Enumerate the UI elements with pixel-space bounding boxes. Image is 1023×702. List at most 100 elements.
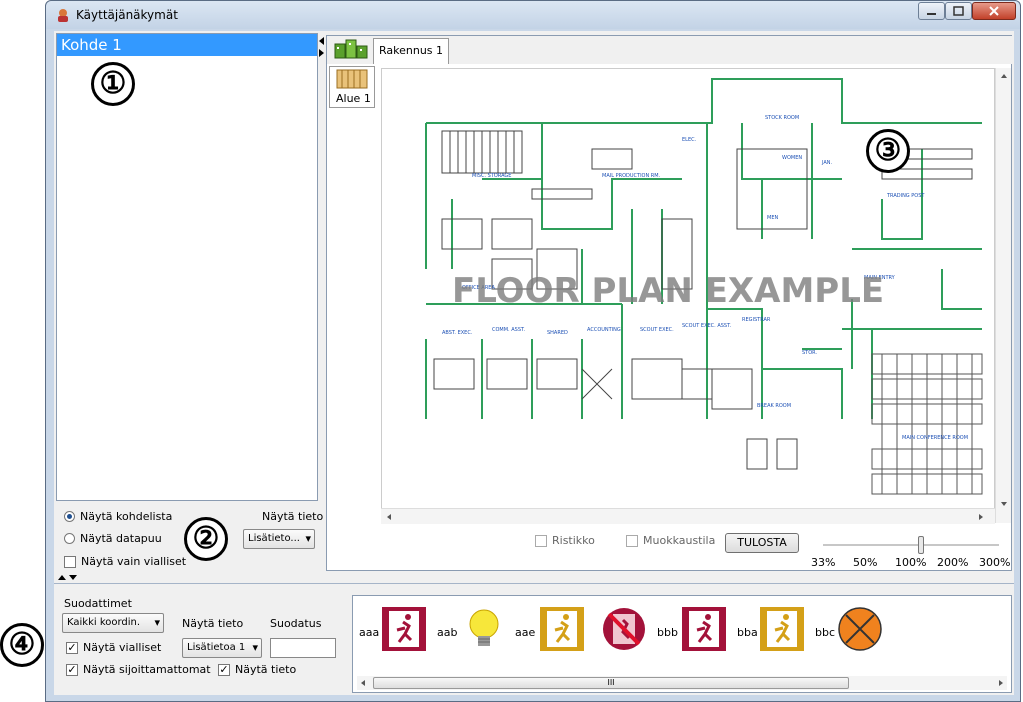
zoom-tick-2: 100% [895,556,927,569]
checkbox-box: ✓ [66,662,78,676]
print-button[interactable]: TULOSTA [725,533,799,553]
floor-plan-canvas[interactable]: STOCK ROOM ELEC. WOMEN JAN. MEN MISC. ST… [381,68,995,523]
checkbox-label: Näytä sijoittamattomat [83,663,211,676]
filter-text-input[interactable] [270,638,336,658]
callout-badge-4: ④ [0,623,44,667]
zoom-tick-0: 33% [811,556,836,569]
checkbox-label: Näytä tieto [235,663,297,676]
plan-label-women: WOMEN [782,155,802,161]
minimize-button[interactable] [918,2,945,20]
tab-strip: Rakennus 1 [327,36,1013,64]
object-tree[interactable]: Kohde 1 ① [56,33,318,501]
collapse-left-icon[interactable] [318,35,326,59]
radio-label: Näytä datapuu [80,532,162,545]
plan-label-elec: ELEC. [682,137,697,143]
callout-badge-3: ③ [866,129,910,173]
radio-dot [64,533,75,544]
show-info-checkbox[interactable]: ✓ Näytä tieto [218,663,296,676]
splitter-line [54,583,1014,584]
floor-plan-watermark: FLOOR PLAN EXAMPLE [452,271,884,311]
icon-label-bbc: bbc [815,626,836,639]
tab-rakennus-1[interactable]: Rakennus 1 [373,38,450,64]
show-info-combo[interactable]: Lisätieto... [243,529,315,549]
zoom-slider[interactable] [823,536,999,556]
plan-label-misc-storage: MISC. STORAGE [472,173,511,179]
zoom-tick-3: 200% [937,556,969,569]
show-faulty-only-checkbox[interactable]: Näytä vain vialliset [64,555,186,568]
checkbox-box [626,534,638,547]
filtering-label: Suodatus [270,617,322,630]
bulb-icon[interactable] [461,606,507,652]
palette-horizontal-scrollbar[interactable]: III [357,676,1007,690]
show-data-tree-radio[interactable]: Näytä datapuu [64,532,162,545]
side-tab-alue-1[interactable]: Alue 1 [329,66,375,108]
checkbox-box: ✓ [66,640,78,654]
callout-badge-2: ② [184,517,228,561]
plan-label-mail-production: MAIL PRODUCTION RM. [602,173,661,179]
checkbox-label: Muokkaustila [643,534,716,547]
exit-yellow-icon[interactable] [539,606,585,652]
checkbox-box [64,555,76,568]
plan-label-trading-post: TRADING POST [886,193,925,199]
checkbox-label: Näytä vialliset [83,641,162,654]
title-bar[interactable]: Käyttäjänäkymät [46,1,1020,29]
filters-group-label: Suodattimet [64,597,132,610]
exit-crossed-icon[interactable] [601,606,647,652]
main-view-pane: Rakennus 1 Alue 1 STOCK ROOM ELEC. WOMEN… [326,35,1013,571]
expand-down-icon[interactable] [56,574,80,582]
exit-yellow-icon[interactable] [759,606,805,652]
plan-label-break-room: BREAK ROOM [757,403,791,409]
close-button[interactable] [972,2,1016,20]
icon-label-aab: aab [437,626,458,639]
app-window: Käyttäjänäkymät Kohde 1 ① Näytä kohdelis… [45,0,1021,702]
plan-label-accounting: ACCOUNTING [587,327,621,333]
plan-horizontal-scrollbar[interactable] [381,508,995,524]
show-info-label-filters: Näytä tieto [182,617,244,630]
side-tab-label: Alue 1 [336,92,371,105]
plan-label-shared: SHARED [547,330,568,336]
icon-label-bba: bba [737,626,758,639]
zoom-tick-4: 300% [979,556,1011,569]
show-object-list-radio[interactable]: Näytä kohdelista [64,510,172,523]
tree-item-kohde-1[interactable]: Kohde 1 [57,34,317,56]
edit-mode-checkbox[interactable]: Muokkaustila [626,534,715,547]
icon-label-aae: aae [515,626,536,639]
client-area: Kohde 1 ① Näytä kohdelista Näytä datapuu… [54,31,1014,695]
exit-red-icon[interactable] [681,606,727,652]
icon-label-bbb: bbb [657,626,678,639]
plan-vertical-scrollbar[interactable] [995,68,1011,523]
checkbox-box [535,534,547,547]
icon-label-aaa: aaa [359,626,380,639]
plan-label-jan: JAN. [821,160,833,166]
grid-checkbox[interactable]: Ristikko [535,534,595,547]
plan-label-abst-exec: ABST. EXEC. [442,330,473,336]
zoom-slider-track [823,544,999,546]
app-icon [58,9,68,22]
exit-red-icon[interactable] [381,606,427,652]
checkbox-label: Ristikko [552,534,595,547]
zoom-tick-labels: 33% 50% 100% 200% 300% [811,556,1011,570]
plan-label-scout-exec-asst: SCOUT EXEC. ASST. [682,323,732,329]
device-icon-palette: aaa aab aae bbb bba bbc III [352,595,1012,693]
window-title: Käyttäjänäkymät [76,8,178,22]
plan-label-registrar: REGISTRAR [742,317,771,323]
maximize-button[interactable] [945,2,972,20]
zoom-slider-thumb[interactable] [918,536,924,554]
info-filter-combo[interactable]: Lisätietoa 1 [182,638,262,658]
area-icon [336,69,368,89]
palette-scroll-thumb[interactable]: III [373,677,849,689]
buildings-icon[interactable] [333,38,369,60]
checkbox-box: ✓ [218,662,230,676]
filters-group: Suodattimet Kaikki koordin. Näytä tieto … [56,593,344,693]
coordinate-filter-combo[interactable]: Kaikki koordin. [62,613,164,633]
plan-label-scout-exec: SCOUT EXEC. [640,327,674,333]
show-info-label: Näytä tieto [262,510,324,523]
zoom-tick-1: 50% [853,556,878,569]
plan-label-main-conference: MAIN CONFERENCE ROOM [902,435,968,441]
lamp-x-icon[interactable] [837,606,883,652]
plan-label-men: MEN [767,215,778,221]
plan-label-storage: STOR. [802,350,817,356]
show-faulty-checkbox[interactable]: ✓ Näytä vialliset [66,641,161,654]
show-unplaced-checkbox[interactable]: ✓ Näytä sijoittamattomat [66,663,211,676]
plan-label-stock-room: STOCK ROOM [765,115,799,121]
